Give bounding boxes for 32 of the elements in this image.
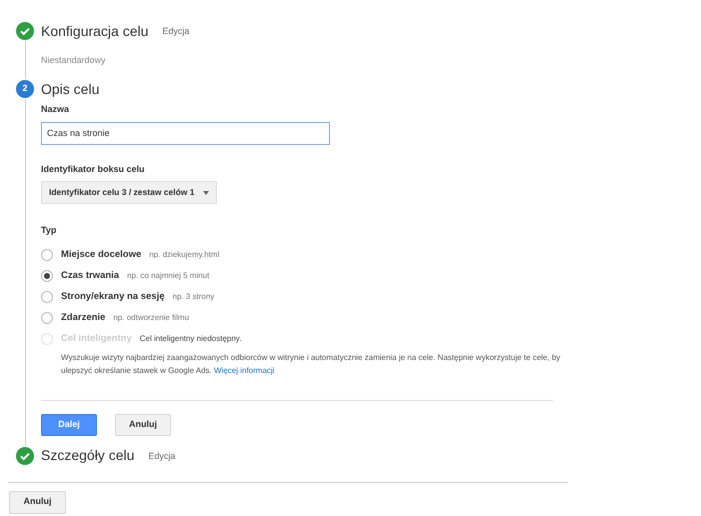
radio-hint: np. odtworzenie filmu [113,312,189,324]
edit-link[interactable]: Edycja [162,25,190,39]
field-label: Identyfikator boksu celu [41,162,146,176]
step-title: Konfiguracja celu [41,22,148,41]
radio-button[interactable] [41,270,53,282]
field-label: Typ [41,224,58,237]
smart-goal-description: Wyszukuje wizyty najbardziej zaangażowanych odbiorców w witrynie i automatycznie zamienia je na cele. Następnie wykorzystuje te cele, by ulepszyć określanie stawek w Google Ads. Więcej informacji [61,352,561,376]
check-circle-icon [16,22,34,40]
radio-hint: Cel inteligentny niedostępny. [140,333,242,345]
edit-link[interactable]: Edycja [148,450,176,464]
goal-slot-dropdown[interactable]: Identyfikator celu 3 / zestaw celów 1 [41,181,216,204]
radio-label: Strony/ekrany na sesję [61,290,164,304]
radio-button[interactable] [41,249,53,261]
radio-button[interactable] [41,291,53,303]
caret-icon [202,190,208,194]
name-input[interactable]: Czas na stronie [41,122,330,144]
radio-hint: np. 3 strony [172,291,214,303]
learn-more-link[interactable]: Więcej informacji [214,366,274,374]
step-summary: Niestandardowy [41,55,106,65]
check-circle-icon [16,446,34,464]
radio-button[interactable] [41,312,53,324]
cancel-button[interactable]: Anuluj [115,414,171,436]
step-title: Opis celu [41,80,100,99]
step-number: 2 [16,80,34,98]
field-label: Nazwa [41,103,70,116]
radio-hint: np. dziekujemy.html [149,249,220,261]
radio-hint: np. co najmniej 5 minut [127,270,210,282]
radio-label: Miejsce docelowe [61,248,142,262]
radio-label: Czas trwania [61,268,120,283]
step-title: Szczegóły celu [41,446,134,465]
cancel-button[interactable]: Anuluj [9,490,66,514]
radio-label: Zdarzenie [61,310,106,325]
